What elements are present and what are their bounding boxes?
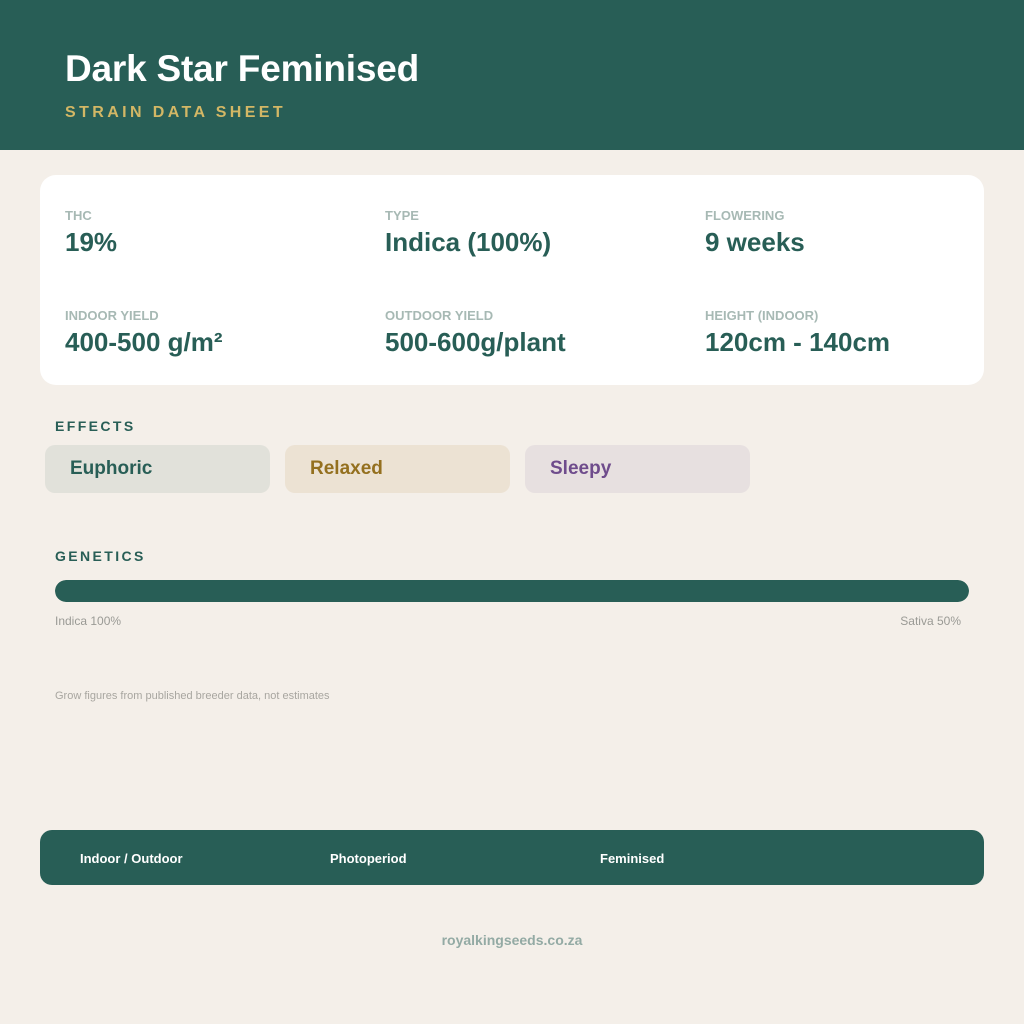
stat-value: Indica (100%): [385, 227, 552, 257]
stats-card: THC 19% TYPE Indica (100%) FLOWERING 9 w…: [40, 175, 984, 385]
stat-value: 19%: [65, 227, 118, 257]
footer-item-environment: Indoor / Outdoor: [80, 851, 183, 866]
footer-item-photoperiod: Photoperiod: [330, 851, 407, 866]
stat-value: 9 weeks: [705, 227, 805, 257]
stat-label: THC: [65, 208, 92, 223]
stat-label: INDOOR YIELD: [65, 308, 159, 323]
footer-bar: Indoor / Outdoor Photoperiod Feminised: [40, 830, 984, 885]
effect-chip-label: Sleepy: [550, 458, 612, 479]
page-title: Dark Star Feminised: [65, 48, 420, 89]
effect-chip-euphoric: Euphoric: [45, 445, 270, 493]
genetics-bar: [55, 580, 969, 602]
data-source-note: Grow figures from published breeder data…: [55, 690, 330, 702]
effect-chip-sleepy: Sleepy: [525, 445, 750, 493]
effect-chip-label: Euphoric: [70, 458, 153, 479]
effects-section-title: EFFECTS: [55, 418, 136, 434]
stat-label: TYPE: [385, 208, 419, 223]
footer-item-feminised: Feminised: [600, 851, 665, 866]
stat-value: 120cm - 140cm: [705, 327, 891, 357]
effect-chip-label: Relaxed: [310, 458, 383, 479]
sativa-label: Sativa 50%: [900, 614, 961, 628]
stat-value: 500-600g/plant: [385, 327, 566, 357]
stat-label: HEIGHT (INDOOR): [705, 308, 819, 323]
page-subtitle: STRAIN DATA SHEET: [65, 104, 287, 121]
header-banner: Dark Star Feminised STRAIN DATA SHEET: [0, 0, 1024, 150]
indica-label: Indica 100%: [55, 614, 122, 628]
stat-label: OUTDOOR YIELD: [385, 308, 494, 323]
genetics-section-title: GENETICS: [55, 548, 146, 564]
website-link[interactable]: royalkingseeds.co.za: [0, 931, 1024, 949]
effect-chip-relaxed: Relaxed: [285, 445, 510, 493]
genetics-bar-fill: [55, 580, 969, 602]
stat-value: 400-500 g/m²: [65, 327, 223, 357]
stat-label: FLOWERING: [705, 208, 785, 223]
